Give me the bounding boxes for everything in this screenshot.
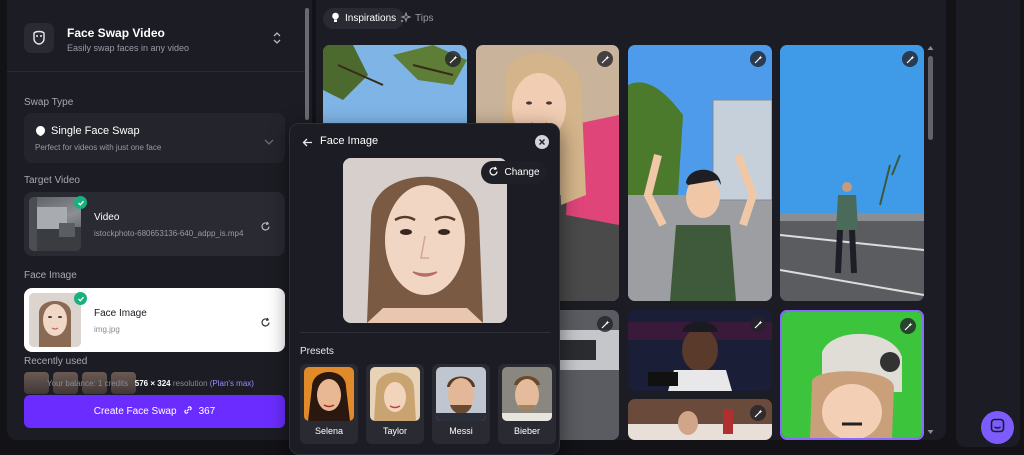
gallery-scrollbar-thumb[interactable] xyxy=(928,56,933,140)
chevron-down-icon xyxy=(264,133,274,151)
tab-label: Tips xyxy=(415,13,434,24)
balance-info: Your balance: 1 credits 576 × 324 resolu… xyxy=(47,379,254,388)
inspiration-video-tile[interactable] xyxy=(323,45,467,135)
video-title: Video xyxy=(94,212,120,223)
balance-credits: 1 credits xyxy=(97,379,129,388)
create-button-cost: 367 xyxy=(198,406,216,417)
preset-face[interactable]: Bieber xyxy=(498,364,556,444)
settings-panel: Face Swap Video Easily swap faces in any… xyxy=(7,0,312,440)
tab-tips[interactable]: Tips xyxy=(400,8,434,29)
preset-face[interactable]: Selena xyxy=(300,364,358,444)
back-arrow-icon[interactable] xyxy=(302,135,313,153)
wand-icon[interactable] xyxy=(750,316,766,332)
sparkle-icon xyxy=(400,10,412,26)
inspiration-video-tile[interactable] xyxy=(780,45,924,301)
preset-photo xyxy=(304,367,354,421)
preset-photo xyxy=(436,367,486,421)
plan-max-label: (Plan's max) xyxy=(209,379,254,388)
recent-thumb[interactable] xyxy=(24,372,49,394)
close-icon[interactable] xyxy=(535,135,549,149)
balance-prefix: Your balance: xyxy=(47,379,96,388)
face-image-popup: Face Image Change Presets Selena Taylor … xyxy=(289,123,560,455)
face-thumbnail xyxy=(29,293,81,347)
create-button-label: Create Face Swap xyxy=(93,406,177,417)
resolution-value: 576 × 324 xyxy=(134,379,171,388)
refresh-icon[interactable] xyxy=(260,219,271,237)
chat-button[interactable] xyxy=(981,411,1014,444)
target-video-card[interactable]: Video istockphoto-680653136-640_adpp_is.… xyxy=(24,192,285,256)
side-panel xyxy=(956,0,1020,447)
inspiration-video-tile[interactable] xyxy=(628,399,772,440)
swap-type-value: Single Face Swap xyxy=(51,125,140,137)
inspiration-video-tile[interactable] xyxy=(628,45,772,301)
wand-icon[interactable] xyxy=(900,318,916,334)
wand-icon[interactable] xyxy=(445,51,461,67)
target-video-label: Target Video xyxy=(24,175,80,186)
video-thumbnail xyxy=(29,197,81,251)
check-icon xyxy=(74,292,87,305)
video-filename: istockphoto-680653136-640_adpp_is.mp4 xyxy=(94,229,244,238)
change-label: Change xyxy=(504,167,540,178)
wand-icon[interactable] xyxy=(750,51,766,67)
chevron-updown-icon[interactable] xyxy=(272,31,282,50)
preset-name: Bieber xyxy=(513,426,540,436)
face-image-label: Face Image xyxy=(24,270,77,281)
face-image-title: Face Image xyxy=(94,308,147,319)
app-subtitle: Easily swap faces in any video xyxy=(67,43,190,53)
app-header[interactable]: Face Swap Video Easily swap faces in any… xyxy=(7,0,305,72)
tab-label: Inspirations xyxy=(345,13,397,24)
face-image-filename: img.jpg xyxy=(94,325,120,334)
wand-icon[interactable] xyxy=(750,405,766,421)
recently-used-label: Recently used xyxy=(24,356,88,367)
preset-face[interactable]: Messi xyxy=(432,364,490,444)
preset-photo xyxy=(502,367,552,421)
shield-icon xyxy=(35,124,46,142)
refresh-icon xyxy=(488,166,499,180)
swap-type-description: Perfect for videos with just one face xyxy=(35,143,162,152)
resolution-label: resolution xyxy=(172,379,208,388)
preset-name: Selena xyxy=(314,426,344,436)
swap-type-label: Swap Type xyxy=(24,97,74,108)
wand-icon[interactable] xyxy=(902,51,918,67)
check-icon xyxy=(74,196,87,209)
presets-label: Presets xyxy=(300,346,334,357)
tab-inspirations[interactable]: Inspirations xyxy=(323,8,405,29)
swap-type-select[interactable]: Single Face Swap Perfect for videos with… xyxy=(24,113,285,163)
mask-icon xyxy=(24,23,54,53)
wand-icon[interactable] xyxy=(597,316,613,332)
inspiration-video-tile[interactable] xyxy=(780,310,924,440)
face-image-card[interactable]: Face Image img.jpg xyxy=(24,288,285,352)
chat-icon xyxy=(990,418,1005,438)
preset-name: Messi xyxy=(449,426,473,436)
preset-photo xyxy=(370,367,420,421)
divider xyxy=(300,332,550,333)
link-icon xyxy=(183,405,193,418)
wand-icon[interactable] xyxy=(597,51,613,67)
create-face-swap-button[interactable]: Create Face Swap 367 xyxy=(24,395,285,428)
refresh-icon[interactable] xyxy=(260,315,271,333)
preset-name: Taylor xyxy=(382,426,407,436)
change-face-button[interactable]: Change xyxy=(481,161,547,184)
preset-face[interactable]: Taylor xyxy=(366,364,424,444)
inspiration-video-tile[interactable] xyxy=(628,310,772,391)
bulb-icon xyxy=(331,12,340,26)
popup-title: Face Image xyxy=(320,135,379,147)
app-title: Face Swap Video xyxy=(67,26,165,40)
scrollbar[interactable] xyxy=(305,8,309,120)
face-image-preview xyxy=(343,158,507,323)
